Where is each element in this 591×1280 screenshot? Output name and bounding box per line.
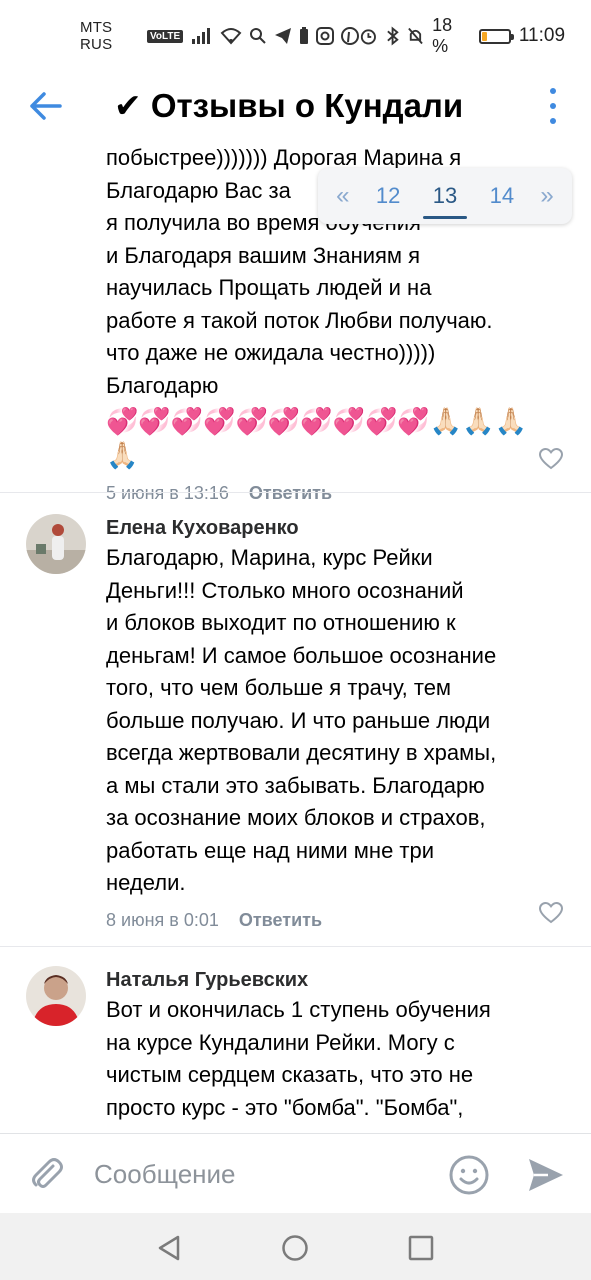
instagram-icon bbox=[316, 27, 335, 45]
pinterest-icon bbox=[341, 27, 360, 45]
status-icons bbox=[191, 27, 360, 45]
message-composer bbox=[0, 1133, 591, 1213]
pagination: « 12 13 14 » bbox=[318, 168, 572, 224]
paperclip-icon bbox=[32, 1158, 63, 1188]
bluetooth-icon bbox=[387, 26, 399, 46]
heart-icon bbox=[538, 447, 564, 470]
triangle-back-icon bbox=[158, 1235, 180, 1261]
arrow-left-icon bbox=[30, 92, 62, 120]
more-button[interactable] bbox=[543, 88, 563, 124]
comment-text: Вот и окончилась 1 ступень обучения на к… bbox=[106, 997, 491, 1120]
comment-meta: 8 июня в 0:01 Ответить bbox=[106, 906, 576, 936]
reply-button[interactable]: Ответить bbox=[249, 483, 332, 504]
signal-icon bbox=[192, 28, 211, 44]
comment-text: Благодарю, Марина, курс Рейки Деньги!!! … bbox=[106, 545, 497, 895]
avatar-image bbox=[26, 966, 86, 1026]
emoji-button[interactable] bbox=[448, 1154, 490, 1196]
reply-button[interactable]: Ответить bbox=[239, 910, 322, 931]
comment-author[interactable]: Елена Куховаренко bbox=[106, 514, 576, 542]
avatar-image bbox=[26, 514, 86, 574]
alarm-icon bbox=[361, 29, 377, 45]
divider bbox=[0, 492, 591, 493]
back-button[interactable] bbox=[24, 86, 68, 126]
page-12[interactable]: 12 bbox=[370, 179, 406, 213]
circle-home-icon bbox=[282, 1235, 308, 1261]
comment-date: 5 июня в 13:16 bbox=[106, 482, 229, 503]
send-button[interactable] bbox=[526, 1156, 566, 1194]
nav-home-button[interactable] bbox=[280, 1233, 310, 1263]
comment-author[interactable]: Наталья Гурьевских bbox=[106, 966, 576, 994]
comment-date: 8 июня в 0:01 bbox=[106, 910, 219, 930]
divider bbox=[0, 946, 591, 947]
clock: 11:09 bbox=[518, 25, 566, 46]
battery-alert-icon bbox=[300, 27, 309, 44]
comment-body: Елена Куховаренко Благодарю, Марина, кур… bbox=[106, 514, 576, 936]
nav-back-button[interactable] bbox=[154, 1233, 184, 1263]
mute-icon bbox=[408, 27, 423, 45]
like-button[interactable] bbox=[538, 901, 564, 924]
battery-icon bbox=[478, 28, 515, 44]
app-header: ✔ Отзывы о Кундали bbox=[0, 72, 591, 140]
attach-button[interactable] bbox=[26, 1154, 66, 1194]
status-right: 18 % 11:09 bbox=[359, 15, 565, 57]
comment-emojis: 💞💞💞💞💞💞💞💞💞💞🙏🏻🙏🏻🙏🏻🙏🏻 bbox=[106, 406, 527, 470]
comments-list[interactable]: побыстрее))))))) Дорогая Марина я Благод… bbox=[0, 140, 591, 1133]
page-14[interactable]: 14 bbox=[484, 179, 520, 213]
page-13[interactable]: 13 bbox=[422, 179, 468, 219]
page-title: ✔ Отзывы о Кундали bbox=[114, 87, 464, 124]
dot bbox=[550, 118, 556, 124]
like-button[interactable] bbox=[538, 447, 564, 470]
system-nav-bar bbox=[0, 1213, 591, 1280]
search-icon bbox=[250, 28, 266, 44]
carrier-label: MTS RUS bbox=[80, 19, 113, 53]
pagination-prev[interactable]: « bbox=[336, 182, 349, 210]
dot bbox=[550, 103, 556, 109]
pagination-next[interactable]: » bbox=[540, 182, 553, 210]
volte-badge: VoLTE bbox=[146, 29, 184, 43]
avatar[interactable] bbox=[26, 966, 86, 1026]
battery-fill bbox=[481, 31, 487, 41]
comment-meta: 5 июня в 13:16 Ответить bbox=[106, 478, 576, 508]
dots-vertical-icon bbox=[550, 88, 556, 94]
smile-icon bbox=[449, 1155, 489, 1195]
battery-percent: 18 % bbox=[432, 15, 453, 56]
heart-icon bbox=[538, 901, 564, 924]
send-icon bbox=[529, 1159, 563, 1191]
message-input[interactable] bbox=[94, 1154, 424, 1194]
nav-recents-button[interactable] bbox=[406, 1233, 436, 1263]
telegram-icon bbox=[275, 28, 292, 44]
wifi-icon bbox=[220, 28, 242, 45]
square-recents-icon bbox=[408, 1235, 434, 1261]
avatar[interactable] bbox=[26, 514, 86, 574]
comment-body: Наталья Гурьевских Вот и окончилась 1 ст… bbox=[106, 966, 576, 1124]
status-bar: MTS RUS VoLTE 18 % 11:09 bbox=[0, 0, 591, 72]
status-left: MTS RUS VoLTE bbox=[80, 19, 360, 53]
